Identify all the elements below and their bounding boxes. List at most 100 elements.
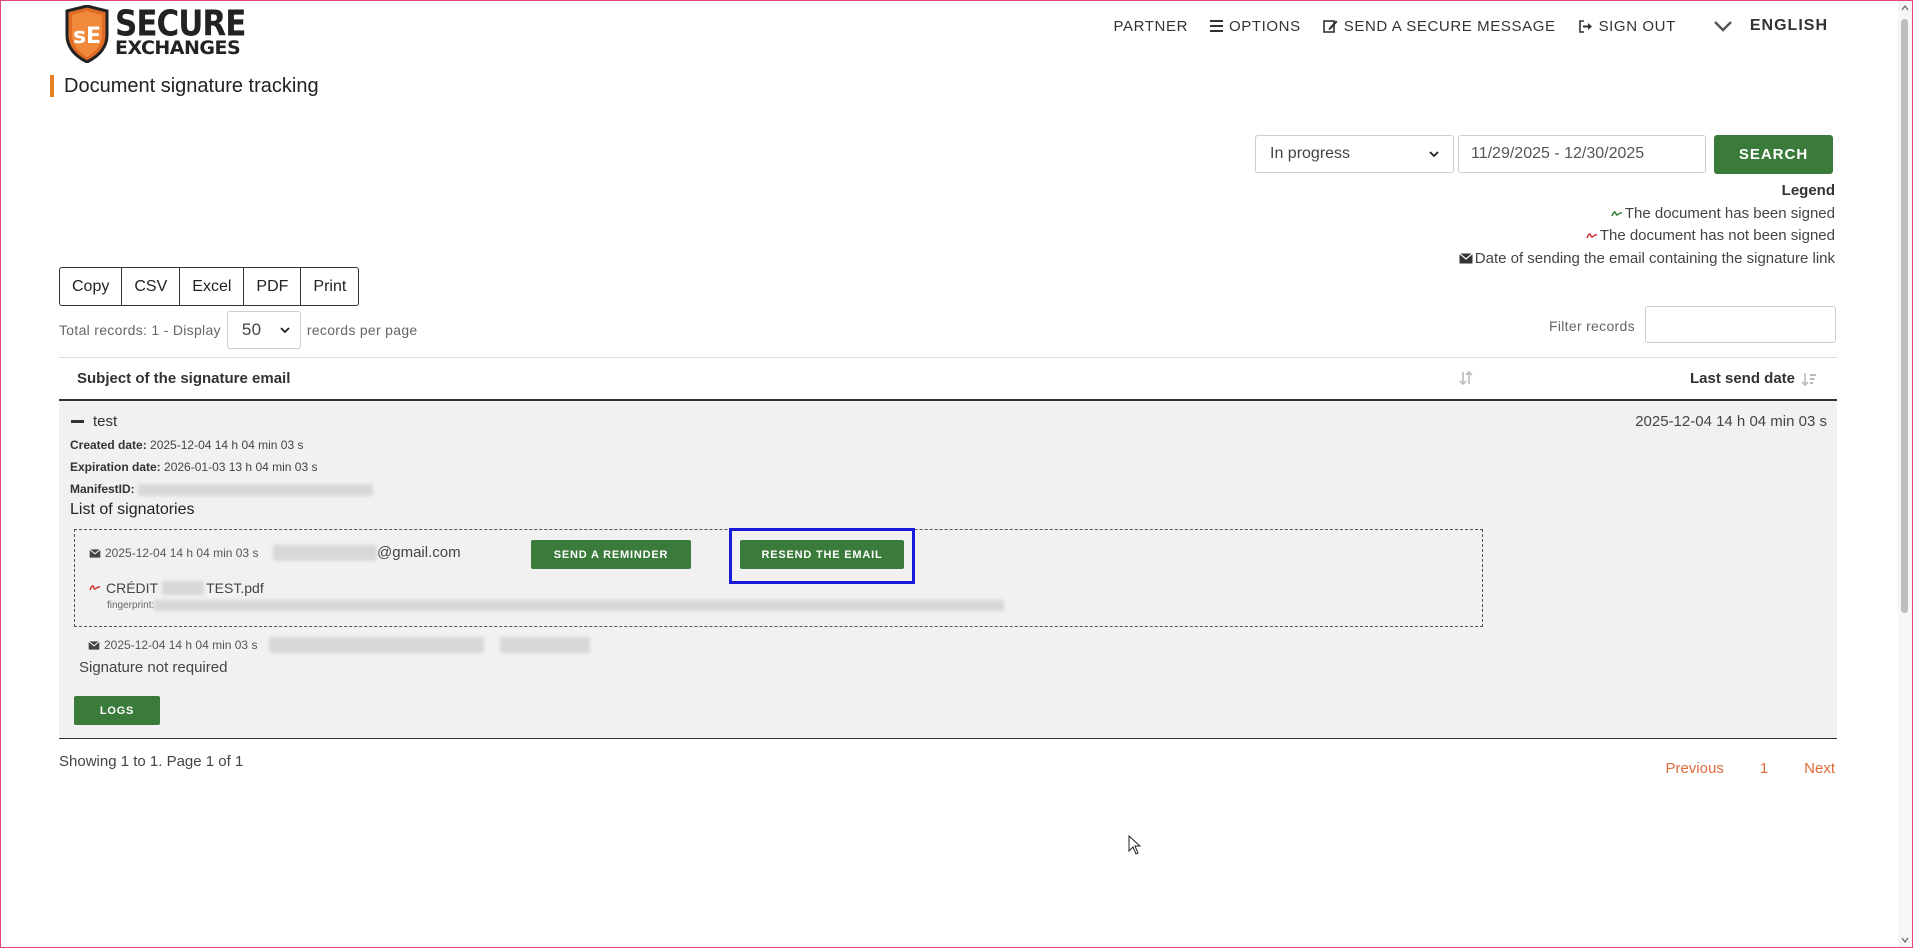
edit-icon <box>1322 20 1338 33</box>
svg-text:sE: sE <box>73 24 101 49</box>
signature-unsigned-icon <box>1586 233 1598 239</box>
email-suffix: @gmail.com <box>377 544 461 561</box>
signatory-2-sent-date: 2025-12-04 14 h 04 min 03 s <box>88 637 591 653</box>
mouse-cursor-icon <box>1128 835 1142 855</box>
page-title: Document signature tracking <box>50 75 319 97</box>
copy-button[interactable]: Copy <box>59 267 123 306</box>
shield-logo-icon: sE <box>63 4 111 64</box>
signatory-2-sent-date-text: 2025-12-04 14 h 04 min 03 s <box>104 638 258 652</box>
excel-button[interactable]: Excel <box>179 267 245 306</box>
pdf-button[interactable]: PDF <box>243 267 302 306</box>
date-range-value: 11/29/2025 - 12/30/2025 <box>1471 145 1645 162</box>
expiration-date: Expiration date: 2026-01-03 13 h 04 min … <box>70 460 317 474</box>
manifest-id-redacted <box>138 483 374 496</box>
export-buttons: Copy CSV Excel PDF Print <box>59 267 360 306</box>
filter-label: Filter records <box>1549 318 1635 334</box>
brand-logo[interactable]: sE SECURE EXCHANGES <box>63 2 246 64</box>
table-header: Subject of the signature email Last send… <box>59 357 1837 401</box>
envelope-icon <box>1458 253 1473 264</box>
records-per-page-select[interactable]: 50 <box>226 311 301 349</box>
legend-title: Legend <box>1781 182 1835 199</box>
fingerprint-label: fingerprint: <box>107 600 155 611</box>
envelope-icon <box>88 640 100 650</box>
expiration-label: Expiration date: <box>70 460 161 474</box>
signature-not-required: Signature not required <box>79 659 228 676</box>
fingerprint: fingerprint: <box>107 600 1005 611</box>
date-range-input[interactable]: 11/29/2025 - 12/30/2025 <box>1458 135 1706 173</box>
signature-unsigned-icon <box>89 585 101 591</box>
nav-options-label: OPTIONS <box>1229 17 1301 35</box>
top-navigation: PARTNER OPTIONS SEND A SECURE MESSAGE SI… <box>1092 17 1828 35</box>
scrollbar-thumb[interactable] <box>1901 19 1908 613</box>
signatory-2-info-redacted <box>500 637 591 653</box>
search-button[interactable]: SEARCH <box>1714 135 1833 174</box>
brand-line1: SECURE <box>115 2 246 45</box>
per-page-value: 50 <box>241 320 262 339</box>
manifest-id: ManifestID: <box>70 482 374 496</box>
column-header-subject[interactable]: Subject of the signature email <box>77 370 290 387</box>
scroll-up-icon[interactable] <box>1901 5 1909 11</box>
nav-partner-label: PARTNER <box>1113 17 1189 35</box>
records-prefix: Total records: 1 - Display <box>59 322 221 338</box>
scroll-down-icon[interactable] <box>1901 937 1909 943</box>
nav-sign-out-label: SIGN OUT <box>1598 17 1676 35</box>
legend-email-date-text: Date of sending the email containing the… <box>1474 249 1835 267</box>
status-select[interactable]: In progress <box>1255 135 1454 173</box>
chevron-down-icon <box>1714 20 1732 32</box>
row-subject-text: test <box>93 413 118 430</box>
expiration-value: 2026-01-03 13 h 04 min 03 s <box>164 460 318 474</box>
created-label: Created date: <box>70 438 147 452</box>
sort-icon[interactable] <box>1459 370 1473 390</box>
send-reminder-button[interactable]: SEND A REMINDER <box>531 540 691 569</box>
next-page-link[interactable]: Next <box>1804 760 1835 777</box>
resend-email-button[interactable]: RESEND THE EMAIL <box>740 540 904 569</box>
column-header-last-send[interactable]: Last send date <box>1690 370 1817 387</box>
column-header-last-send-label: Last send date <box>1689 370 1795 387</box>
created-value: 2025-12-04 14 h 04 min 03 s <box>150 438 304 452</box>
chevron-down-icon <box>1429 150 1439 157</box>
signature-signed-icon <box>1611 210 1623 217</box>
file-prefix: CRÉDIT <box>106 580 159 596</box>
signatory-email: @gmail.com <box>273 544 461 561</box>
fingerprint-redacted <box>154 600 1005 611</box>
signatory-2-email-redacted <box>269 637 485 653</box>
sort-desc-icon <box>1801 372 1816 386</box>
nav-partner[interactable]: PARTNER <box>1114 18 1189 35</box>
signatories-title: List of signatories <box>70 501 195 518</box>
legend-signed-text: The document has been signed <box>1624 204 1835 222</box>
logs-button[interactable]: LOGS <box>74 696 160 725</box>
table-row: test 2025-12-04 14 h 04 min 03 s Created… <box>59 401 1837 739</box>
row-subject[interactable]: test <box>71 413 117 430</box>
envelope-icon <box>89 548 101 558</box>
signatory-sent-date-text: 2025-12-04 14 h 04 min 03 s <box>105 546 259 560</box>
manifest-label: ManifestID: <box>70 482 135 496</box>
nav-options[interactable]: OPTIONS <box>1210 18 1301 35</box>
vertical-scrollbar[interactable] <box>1898 1 1912 947</box>
language-label: ENGLISH <box>1749 17 1828 34</box>
legend-not-signed-text: The document has not been signed <box>1599 227 1835 244</box>
legend: Legend The document has been signed The … <box>1458 180 1835 270</box>
email-redacted <box>273 544 377 561</box>
nav-send-secure-label: SEND A SECURE MESSAGE <box>1343 17 1556 35</box>
csv-button[interactable]: CSV <box>121 267 181 306</box>
signatory-card: 2025-12-04 14 h 04 min 03 s @gmail.com S… <box>74 528 1483 627</box>
nav-sign-out[interactable]: SIGN OUT <box>1578 18 1676 35</box>
signatory-sent-date: 2025-12-04 14 h 04 min 03 s <box>89 546 258 560</box>
sign-out-icon <box>1578 19 1592 33</box>
pagination: Previous 1 Next <box>1629 760 1835 777</box>
collapse-icon[interactable] <box>71 420 84 423</box>
file-name-redacted <box>162 581 205 595</box>
page-1-link[interactable]: 1 <box>1760 760 1768 777</box>
nav-send-secure-message[interactable]: SEND A SECURE MESSAGE <box>1322 17 1556 35</box>
records-info: Total records: 1 - Display 50 records pe… <box>59 311 418 349</box>
language-selector[interactable]: ENGLISH <box>1714 17 1828 35</box>
print-button[interactable]: Print <box>300 267 360 306</box>
filter-records-input[interactable] <box>1645 306 1836 343</box>
created-date: Created date: 2025-12-04 14 h 04 min 03 … <box>70 438 303 452</box>
menu-icon <box>1210 20 1224 32</box>
signatory-document: CRÉDIT TEST.pdf <box>89 580 264 596</box>
previous-page-link[interactable]: Previous <box>1665 760 1723 777</box>
legend-signed: The document has been signed <box>1459 203 1835 226</box>
pagination-info: Showing 1 to 1. Page 1 of 1 <box>59 753 244 770</box>
row-last-send-date: 2025-12-04 14 h 04 min 03 s <box>1635 413 1827 430</box>
